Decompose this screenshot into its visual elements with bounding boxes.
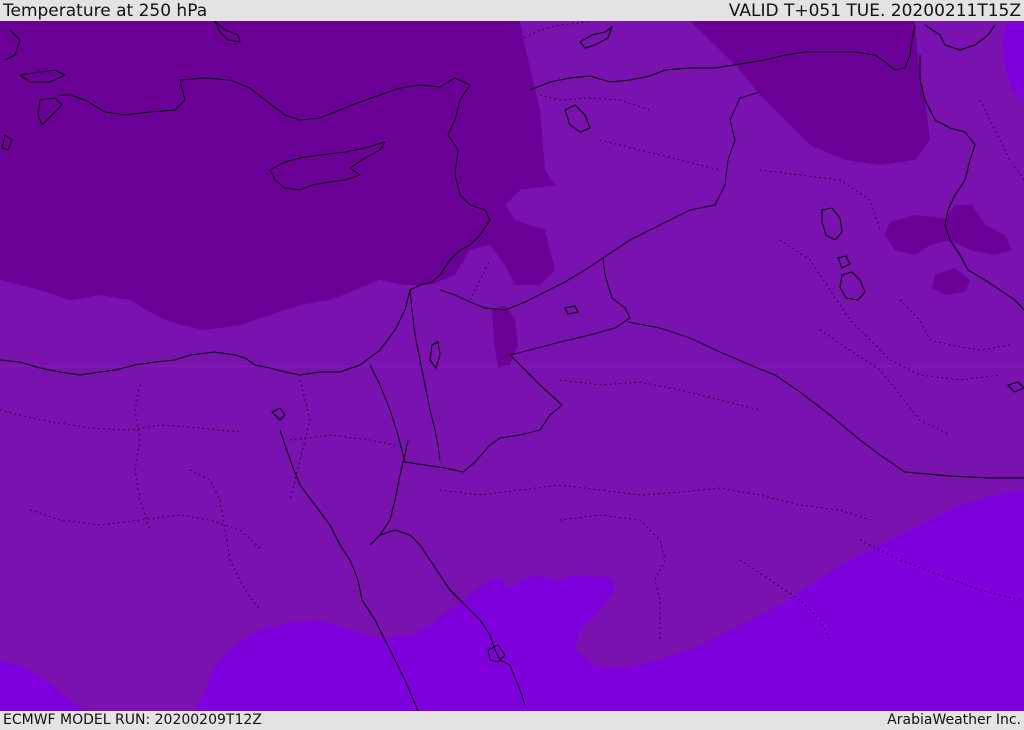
header-bar: Temperature at 250 hPa VALID T+051 TUE. … [0, 0, 1024, 21]
map-canvas[interactable] [0, 21, 1024, 711]
temperature-map [0, 21, 1024, 711]
credit-text: ArabiaWeather Inc. [887, 712, 1021, 728]
model-run: ECMWF MODEL RUN: 20200209T12Z [3, 712, 262, 728]
map-title: Temperature at 250 hPa [3, 0, 208, 21]
footer-bar: ECMWF MODEL RUN: 20200209T12Z ArabiaWeat… [0, 711, 1024, 729]
valid-time: VALID T+051 TUE. 20200211T15Z [728, 0, 1021, 21]
